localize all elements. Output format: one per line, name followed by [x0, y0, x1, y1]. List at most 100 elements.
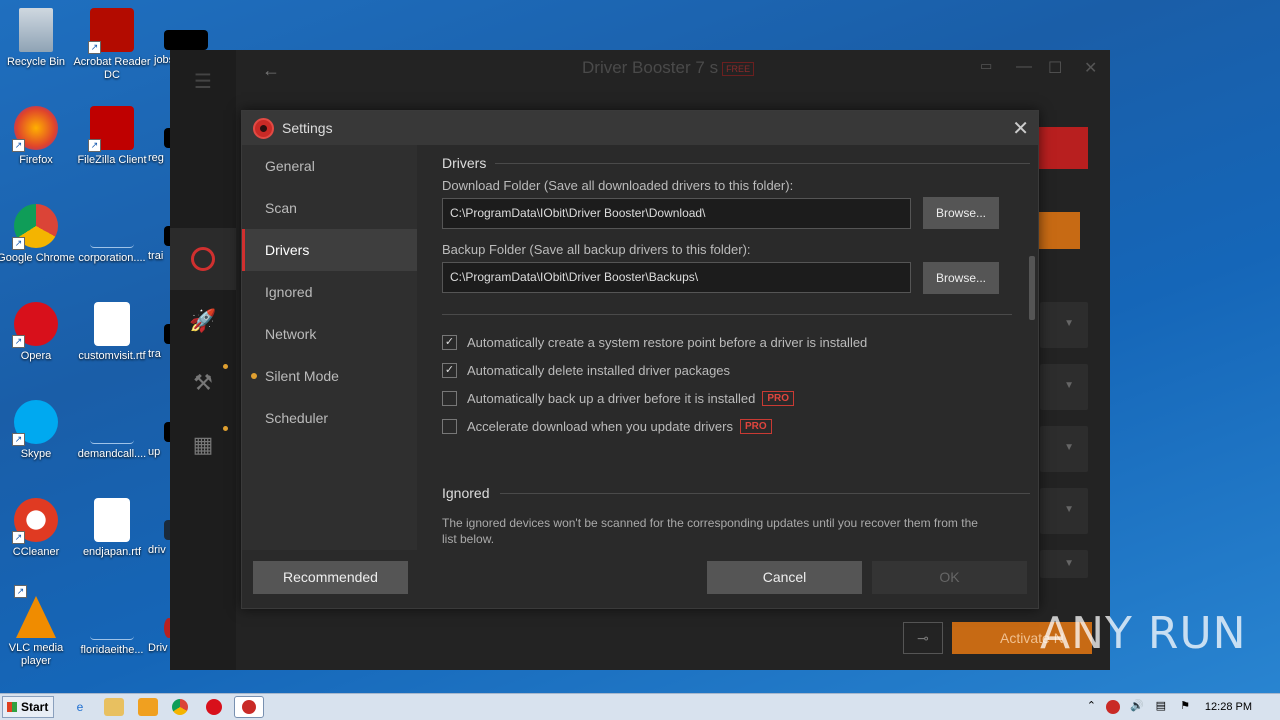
ok-button[interactable]: OK — [872, 561, 1027, 594]
desktop-icon-floridaeithe[interactable]: floridaeithe... — [72, 596, 152, 657]
recommended-button[interactable]: Recommended — [253, 561, 408, 594]
driver-row[interactable]: ▼ — [1040, 302, 1088, 348]
update-now-button[interactable] — [1038, 212, 1080, 249]
settings-nav-scan[interactable]: Scan — [242, 187, 417, 229]
desktop-icon-filezilla[interactable]: ↗ FileZilla Client — [72, 106, 152, 167]
desktop-icon-customvisit[interactable]: customvisit.rtf — [72, 302, 152, 363]
desktop-icon-ccleaner[interactable]: ↗ CCleaner — [0, 498, 76, 559]
scan-button[interactable] — [1038, 127, 1088, 169]
opera-taskbar-icon[interactable] — [206, 699, 222, 715]
nav-boost[interactable]: 🚀 — [170, 290, 236, 352]
driver-row[interactable]: ▼ — [1040, 488, 1088, 534]
desktop-icon-label: Google Chrome — [0, 252, 75, 264]
backup-browse-button[interactable]: Browse... — [923, 262, 999, 294]
show-hidden-icons[interactable]: ⌃ — [1087, 699, 1096, 712]
notification-dot — [223, 426, 228, 431]
minimize-button[interactable]: — — [1016, 58, 1032, 76]
pro-badge: PRO — [762, 391, 794, 406]
desktop-icon-label: driv — [148, 544, 166, 556]
download-browse-button[interactable]: Browse... — [923, 197, 999, 229]
chat-icon[interactable]: ▭ — [980, 58, 992, 74]
desktop-icon-label: tra — [148, 348, 161, 360]
app-sidebar: ☰ 🚀 ⚒ ▦ — [170, 50, 236, 670]
desktop-icon-label: Acrobat Reader DC — [73, 56, 151, 81]
driver-row[interactable]: ▼ — [1040, 426, 1088, 472]
settings-nav-silent-mode[interactable]: Silent Mode — [242, 355, 417, 397]
settings-nav-ignored[interactable]: Ignored — [242, 271, 417, 313]
option-accelerate-download[interactable]: Accelerate download when you update driv… — [442, 419, 772, 434]
option-backup-driver[interactable]: Automatically back up a driver before it… — [442, 391, 794, 406]
maximize-button[interactable]: ☐ — [1048, 58, 1062, 78]
option-restore-point[interactable]: ✓ Automatically create a system restore … — [442, 335, 867, 350]
cancel-button[interactable]: Cancel — [707, 561, 862, 594]
volume-icon[interactable]: 🔊 — [1130, 699, 1144, 712]
driver-row[interactable]: ▼ — [1040, 364, 1088, 410]
scan-ring-icon — [191, 247, 215, 271]
desktop-icon-label: Firefox — [19, 154, 53, 166]
desktop-icon-opera[interactable]: ↗ Opera — [0, 302, 76, 363]
dialog-close-icon[interactable]: ✕ — [1012, 116, 1029, 141]
settings-content: Drivers Download Folder (Save all downlo… — [417, 145, 1038, 550]
menu-button[interactable]: ☰ — [170, 50, 236, 112]
nav-tools[interactable]: ⚒ — [170, 352, 236, 414]
download-folder-label: Download Folder (Save all downloaded dri… — [442, 178, 794, 193]
desktop-icon-label: floridaeithe... — [80, 644, 144, 656]
start-button[interactable]: Start — [2, 696, 54, 718]
desktop-icon-label: demandcall.... — [77, 448, 147, 460]
nav-action-center[interactable]: ▦ — [170, 414, 236, 476]
section-divider — [495, 163, 1030, 164]
network-icon[interactable]: ▤ — [1156, 699, 1166, 712]
action-center-flag-icon[interactable]: ⚑ — [1180, 699, 1190, 712]
chevron-down-icon: ▼ — [1064, 442, 1074, 453]
checkbox-unchecked-icon[interactable] — [442, 419, 457, 434]
skype-icon: ↗ — [12, 400, 58, 446]
dialog-footer: Recommended Cancel OK — [242, 550, 1038, 608]
settings-nav-general[interactable]: General — [242, 145, 417, 187]
ccleaner-icon: ↗ — [12, 498, 58, 544]
desktop-icon-firefox[interactable]: ↗ Firefox — [0, 106, 76, 167]
close-button[interactable]: ✕ — [1084, 58, 1097, 78]
option-delete-packages[interactable]: ✓ Automatically delete installed driver … — [442, 363, 730, 378]
desktop-icon-recycle-bin[interactable]: Recycle Bin — [0, 8, 76, 69]
chevron-down-icon: ▼ — [1064, 380, 1074, 391]
desktop-icon-label: CCleaner — [12, 546, 60, 558]
desktop-icon-corporation[interactable]: corporation.... — [72, 204, 152, 265]
free-badge: FREE — [722, 61, 755, 76]
desktop-icon-endjapan[interactable]: endjapan.rtf — [72, 498, 152, 559]
download-folder-input[interactable]: C:\ProgramData\IObit\Driver Booster\Down… — [442, 198, 911, 229]
nav-scan[interactable] — [170, 228, 236, 290]
option-label: Automatically back up a driver before it… — [467, 391, 756, 406]
desktop-icon-label: FileZilla Client — [77, 154, 147, 166]
app-title: Driver Booster 7 s FREE — [582, 58, 755, 78]
settings-scrollbar-thumb[interactable] — [1029, 256, 1035, 320]
driver-booster-taskbar-icon[interactable] — [234, 696, 264, 718]
desktop-icon-label: up — [148, 446, 161, 458]
checkbox-checked-icon[interactable]: ✓ — [442, 335, 457, 350]
key-icon[interactable]: ⊸ — [903, 622, 943, 654]
dialog-header: Settings ✕ — [242, 111, 1038, 145]
desktop-icon-skype[interactable]: ↗ Skype — [0, 400, 76, 461]
settings-nav-network[interactable]: Network — [242, 313, 417, 355]
media-player-icon[interactable] — [138, 698, 158, 716]
rocket-icon: 🚀 — [189, 308, 217, 333]
clock[interactable]: 12:28 PM — [1205, 701, 1252, 713]
internet-explorer-icon[interactable]: e — [70, 698, 90, 716]
driver-row[interactable]: ▼ — [1040, 550, 1088, 578]
desktop-icon-demandcall[interactable]: demandcall.... — [72, 400, 152, 461]
driver-booster-tray-icon[interactable] — [1106, 700, 1120, 714]
settings-nav-scheduler[interactable]: Scheduler — [242, 397, 417, 439]
back-icon[interactable]: ← — [262, 60, 280, 81]
settings-nav-drivers[interactable]: Drivers — [242, 229, 417, 271]
desktop-icon-label: Driv — [148, 642, 168, 654]
checkbox-unchecked-icon[interactable] — [442, 391, 457, 406]
desktop-icon-chrome[interactable]: ↗ Google Chrome — [0, 204, 76, 265]
checkbox-checked-icon[interactable]: ✓ — [442, 363, 457, 378]
driver-booster-logo-icon — [253, 118, 274, 139]
ignored-description: The ignored devices won't be scanned for… — [442, 516, 978, 546]
file-explorer-icon[interactable] — [104, 698, 124, 716]
chrome-taskbar-icon[interactable] — [172, 699, 188, 715]
backup-folder-input[interactable]: C:\ProgramData\IObit\Driver Booster\Back… — [442, 262, 911, 293]
chevron-down-icon: ▼ — [1064, 504, 1074, 515]
desktop-icon-vlc[interactable]: ↗ VLC media player — [0, 585, 76, 668]
file-icon — [90, 596, 134, 640]
